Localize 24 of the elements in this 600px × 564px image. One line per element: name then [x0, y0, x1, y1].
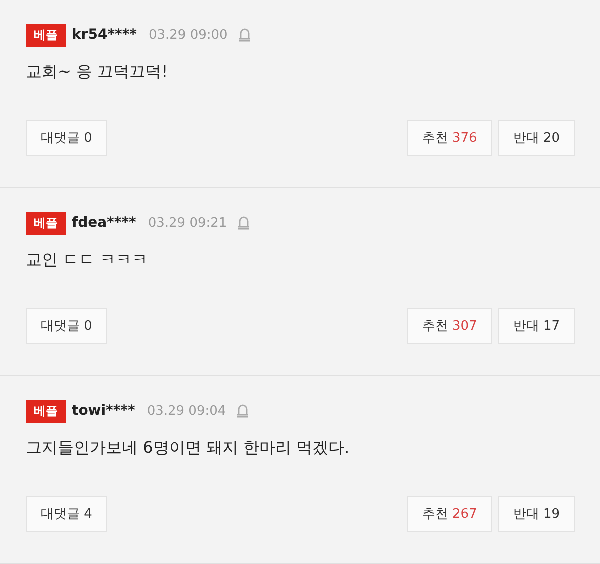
bell-icon[interactable] — [236, 404, 250, 418]
dislike-button[interactable]: 반대 19 — [498, 496, 575, 532]
dislike-button[interactable]: 반대 20 — [498, 120, 575, 156]
reply-button[interactable]: 대댓글 0 — [26, 308, 108, 344]
bell-icon[interactable] — [237, 216, 252, 230]
comment-time: 03.29 09:04 — [147, 404, 226, 418]
best-badge: 베플 — [26, 24, 66, 46]
like-button[interactable]: 추천 307 — [407, 308, 492, 344]
dislike-button[interactable]: 반대 17 — [498, 308, 575, 344]
comment-text: 그지들인가보네 6명이면 돼지 한마리 먹겠다. — [26, 438, 351, 459]
comment-text: 교인 ㄷㄷ ㅋㅋㅋ — [26, 250, 150, 271]
comment-time: 03.29 09:21 — [148, 216, 228, 230]
best-badge: 베플 — [26, 400, 66, 422]
reply-button[interactable]: 대댓글 4 — [26, 496, 108, 532]
best-badge: 베플 — [26, 212, 66, 234]
comment-time: 03.29 09:00 — [148, 28, 228, 42]
username: kr54**** — [72, 27, 137, 43]
comment-text: 교회~ 응 끄덕끄덕! — [26, 62, 169, 83]
username: towi**** — [72, 403, 136, 419]
bell-icon[interactable] — [238, 28, 252, 42]
reply-button[interactable]: 대댓글 0 — [26, 120, 108, 156]
username: fdea**** — [72, 215, 136, 231]
like-button[interactable]: 추천 267 — [407, 496, 492, 532]
like-button[interactable]: 추천 376 — [407, 120, 492, 156]
